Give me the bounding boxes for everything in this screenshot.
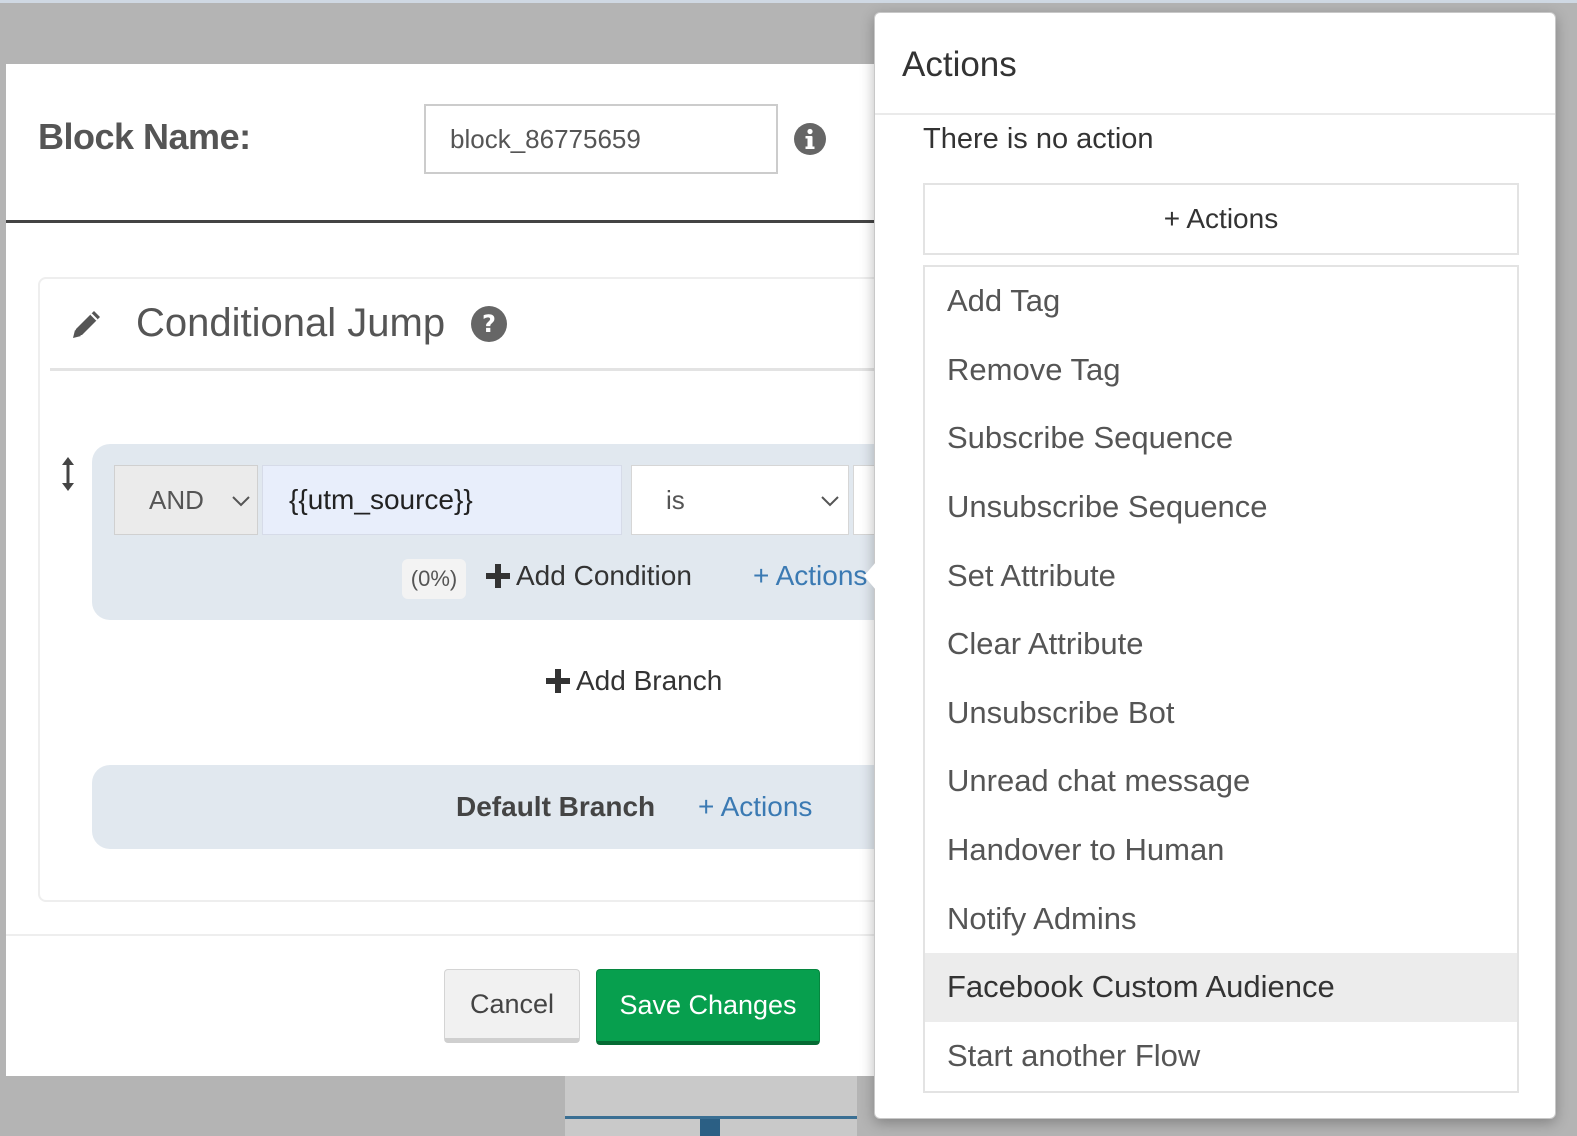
chevron-down-icon	[232, 496, 250, 507]
cancel-button[interactable]: Cancel	[444, 969, 580, 1043]
edit-block-modal: Block Name: Conditional Jump ?	[6, 64, 1053, 1076]
empty-actions-text: There is no action	[923, 123, 1154, 155]
modal-header: Block Name:	[6, 64, 1006, 223]
action-item-facebook-custom-audience[interactable]: Facebook Custom Audience	[925, 952, 1517, 1022]
action-item-unsubscribe-sequence[interactable]: Unsubscribe Sequence	[925, 473, 1517, 542]
action-item-start-another-flow[interactable]: Start another Flow	[925, 1022, 1517, 1091]
question-circle-icon[interactable]: ?	[470, 305, 508, 343]
add-branch-button[interactable]: Add Branch	[546, 665, 722, 697]
action-item-set-attribute[interactable]: Set Attribute	[925, 541, 1517, 610]
block-name-input[interactable]	[424, 104, 778, 174]
action-item-clear-attribute[interactable]: Clear Attribute	[925, 610, 1517, 679]
comparator-select[interactable]: is	[631, 465, 849, 535]
logic-operator-select[interactable]: AND	[114, 465, 258, 535]
plus-icon	[486, 564, 510, 588]
action-item-subscribe-sequence[interactable]: Subscribe Sequence	[925, 404, 1517, 473]
actions-dropdown-list: Add Tag Remove Tag Subscribe Sequence Un…	[923, 265, 1519, 1093]
plus-icon	[546, 669, 570, 693]
pencil-icon[interactable]	[68, 305, 106, 343]
add-actions-button[interactable]: + Actions	[923, 183, 1519, 255]
popover-arrow	[864, 562, 876, 590]
comparator-value: is	[666, 484, 685, 515]
branch-actions-link[interactable]: + Actions	[753, 560, 867, 592]
action-item-add-tag[interactable]: Add Tag	[925, 267, 1517, 336]
block-name-label: Block Name:	[38, 116, 251, 157]
action-item-unsubscribe-bot[interactable]: Unsubscribe Bot	[925, 679, 1517, 748]
popover-title: Actions	[875, 13, 1555, 115]
vertical-move-icon[interactable]	[60, 457, 76, 491]
background-canvas-port	[700, 1119, 720, 1136]
save-changes-button[interactable]: Save Changes	[596, 969, 820, 1045]
percent-badge: (0%)	[402, 559, 466, 599]
action-item-remove-tag[interactable]: Remove Tag	[925, 336, 1517, 405]
logic-operator-value: AND	[149, 484, 204, 515]
add-condition-label: Add Condition	[516, 560, 692, 591]
add-branch-label: Add Branch	[576, 665, 723, 696]
panel-title: Conditional Jump	[136, 301, 446, 345]
info-icon[interactable]	[793, 122, 827, 156]
svg-text:?: ?	[482, 310, 496, 338]
window-top-border	[0, 0, 1577, 3]
default-branch-actions-link[interactable]: + Actions	[698, 791, 812, 823]
modal-footer: Cancel Save Changes	[6, 934, 1006, 1076]
chevron-down-icon	[821, 496, 839, 507]
default-branch-label: Default Branch	[456, 791, 656, 822]
action-item-handover-to-human[interactable]: Handover to Human	[925, 816, 1517, 885]
actions-popover: Actions There is no action + Actions Add…	[874, 12, 1556, 1119]
action-item-notify-admins[interactable]: Notify Admins	[925, 884, 1517, 953]
add-condition-button[interactable]: Add Condition	[486, 560, 692, 592]
attribute-input[interactable]: {{utm_source}}	[262, 465, 622, 535]
action-item-unread-chat-message[interactable]: Unread chat message	[925, 747, 1517, 816]
